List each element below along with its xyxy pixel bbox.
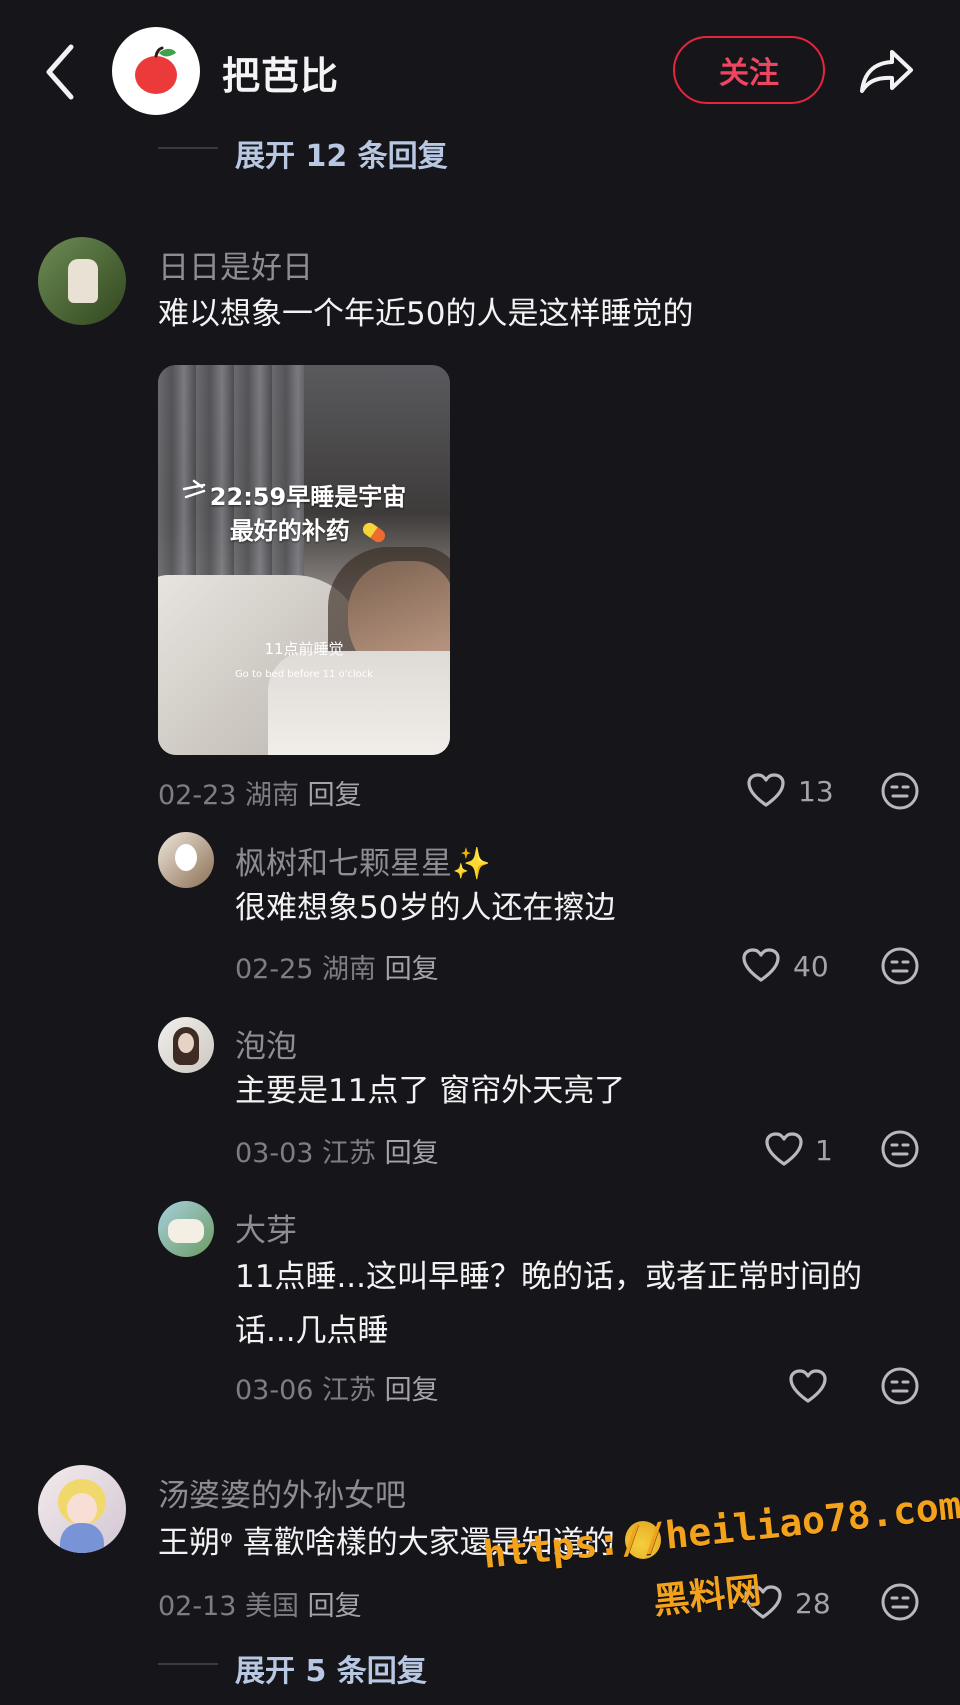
- watermark-url: https://heiliao78.com: [481, 1483, 960, 1577]
- comment-text: 难以想象一个年近50的人是这样睡觉的: [158, 296, 694, 332]
- image-caption-line2-text: 最好的补药: [229, 517, 350, 545]
- reply-button[interactable]: 回复: [385, 954, 439, 985]
- share-icon[interactable]: [858, 42, 918, 98]
- thread-line-top: [158, 147, 218, 149]
- avatar-face: [178, 1033, 194, 1053]
- heart-icon[interactable]: [741, 947, 781, 983]
- avatar-figure: [175, 844, 197, 871]
- expand-replies-bottom[interactable]: 展开 5 条回复: [235, 1646, 427, 1690]
- comment-text: 11点睡...这叫早睡？晚的话，或者正常时间的 话...几点睡: [235, 1250, 925, 1358]
- reply-button[interactable]: 回复: [308, 780, 362, 811]
- emoji-icon[interactable]: [880, 946, 920, 986]
- emoji-icon[interactable]: [880, 1129, 920, 1169]
- avatar[interactable]: [158, 1017, 214, 1073]
- comment-date-place: 02-13 美国: [158, 1591, 300, 1622]
- image-subtitle-cn: 11点前睡觉: [264, 640, 344, 658]
- comment-text: 很难想象50岁的人还在擦边: [235, 890, 616, 926]
- page-title: 把芭比: [222, 54, 340, 98]
- avatar-figure: [168, 1219, 204, 1243]
- comment-date-place: 03-03 江苏: [235, 1138, 377, 1169]
- avatar-figure: [68, 259, 98, 303]
- comment-text-line1: 11点睡...这叫早睡？晚的话，或者正常时间的: [235, 1259, 863, 1295]
- comment-text-line2: 话...几点睡: [235, 1313, 389, 1349]
- comment-username[interactable]: 日日是好日: [158, 242, 313, 287]
- emoji-icon[interactable]: [880, 771, 920, 811]
- comment-text: 主要是11点了 窗帘外天亮了: [235, 1073, 626, 1109]
- comment-username[interactable]: 大芽: [235, 1205, 297, 1250]
- thread-line-bottom: [158, 1663, 218, 1665]
- image-caption: 22:59早睡是宇宙 最好的补药: [183, 480, 433, 548]
- photo-sheet: [268, 651, 450, 755]
- comment-meta: 02-25 湖南 回复: [235, 947, 439, 986]
- comment-username[interactable]: 枫树和七颗星星✨: [235, 838, 491, 883]
- expand-replies-top[interactable]: 展开 12 条回复: [235, 131, 448, 175]
- pill-icon: [360, 520, 388, 545]
- like-count: 1: [815, 1134, 833, 1167]
- comment-meta: 02-23 湖南 回复: [158, 773, 362, 812]
- comment-username[interactable]: 汤婆婆的外孙女吧: [158, 1470, 406, 1515]
- image-caption-line2: 最好的补药: [183, 514, 433, 548]
- emoji-icon[interactable]: [880, 1582, 920, 1622]
- like-count: 40: [793, 950, 829, 983]
- comment-date-place: 02-25 湖南: [235, 954, 377, 985]
- comment-username[interactable]: 泡泡: [235, 1021, 297, 1066]
- avatar[interactable]: [38, 237, 126, 325]
- avatar-face: [67, 1493, 97, 1525]
- profile-avatar[interactable]: [112, 27, 200, 115]
- avatar-body: [60, 1523, 104, 1553]
- heart-icon[interactable]: [746, 772, 786, 808]
- comment-meta: 03-06 江苏 回复: [235, 1368, 439, 1407]
- avatar[interactable]: [158, 1201, 214, 1257]
- heart-icon[interactable]: [788, 1368, 828, 1404]
- comment-meta: 03-03 江苏 回复: [235, 1131, 439, 1170]
- like-count: 28: [795, 1587, 831, 1620]
- like-count: 13: [798, 775, 834, 808]
- comment-meta: 02-13 美国 回复: [158, 1584, 362, 1623]
- avatar[interactable]: [158, 832, 214, 888]
- emoji-icon[interactable]: [880, 1366, 920, 1406]
- avatar[interactable]: [38, 1465, 126, 1553]
- reply-button[interactable]: 回复: [385, 1138, 439, 1169]
- follow-button[interactable]: 关注: [673, 36, 825, 104]
- reply-button[interactable]: 回复: [308, 1591, 362, 1622]
- top-bar: 把芭比 关注: [0, 0, 960, 150]
- image-subtitle-en: Go to bed before 11 o'clock: [234, 669, 374, 680]
- heart-icon[interactable]: [764, 1131, 804, 1167]
- comment-date-place: 02-23 湖南: [158, 780, 300, 811]
- reply-button[interactable]: 回复: [385, 1375, 439, 1406]
- apple-icon: [135, 46, 177, 94]
- comment-image[interactable]: 22:59早睡是宇宙 最好的补药 11点前睡觉 Go to bed before…: [158, 365, 450, 755]
- comment-date-place: 03-06 江苏: [235, 1375, 377, 1406]
- back-icon[interactable]: [42, 43, 78, 101]
- image-caption-line1: 22:59早睡是宇宙: [209, 483, 407, 511]
